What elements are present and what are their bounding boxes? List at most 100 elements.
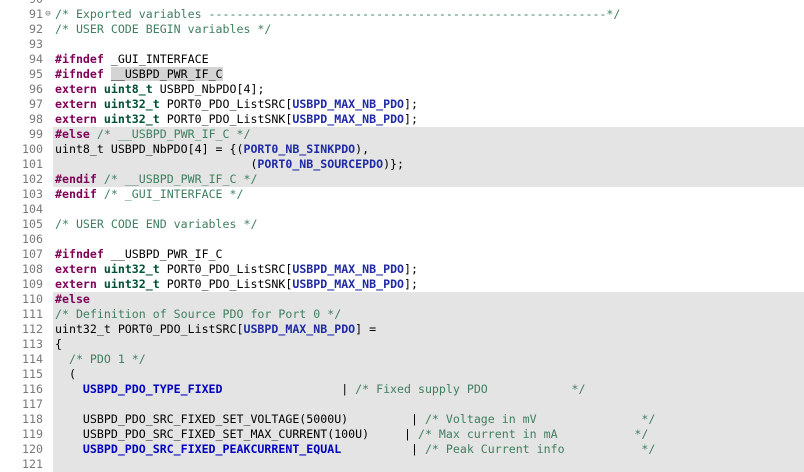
code-text[interactable]: extern uint32_t PORT0_PDO_ListSRC[USBPD_… [53,97,804,112]
code-text[interactable]: /* USER CODE BEGIN variables */ [53,22,804,37]
code-line[interactable]: 91 ⊖/* Exported variables ---------------… [0,7,804,22]
code-line[interactable]: 114 /* PDO 1 */ [0,352,804,367]
line-number: 115 [22,367,43,381]
code-line[interactable]: 117 [0,397,804,412]
code-line[interactable]: 93 [0,37,804,52]
line-number: 97 [29,97,43,111]
code-text[interactable]: #endif /* _GUI_INTERFACE */ [53,187,804,202]
code-text[interactable]: (PORT0_NB_SOURCEPDO)}; [53,157,804,172]
code-line[interactable]: 106 [0,232,804,247]
code-line[interactable]: 119 USBPD_PDO_SRC_FIXED_SET_MAX_CURRENT(… [0,427,804,442]
code-token: /* Definition of Source PDO for Port 0 *… [55,307,342,321]
code-line[interactable]: 108 extern uint32_t PORT0_PDO_ListSRC[USB… [0,262,804,277]
code-text[interactable]: USBPD_PDO_SRC_FIXED_SET_MAX_CURRENT(100U… [53,427,804,442]
code-token: uint32_t PORT0_PDO_ListSRC[ [55,322,244,336]
code-line[interactable]: 92 /* USER CODE BEGIN variables */ [0,22,804,37]
code-line[interactable]: 97 extern uint32_t PORT0_PDO_ListSRC[USBP… [0,97,804,112]
code-token: #else [55,292,90,306]
line-number: 108 [22,262,43,276]
line-number: 110 [22,292,43,306]
code-text[interactable]: { [53,337,804,352]
code-line[interactable]: 112 uint32_t PORT0_PDO_ListSRC[USBPD_MAX_… [0,322,804,337]
code-token: PORT0_PDO_ListSNK[ [159,277,293,291]
code-token: _GUI_INTERFACE [103,52,209,66]
code-text[interactable]: /* USER CODE END variables */ [53,217,804,232]
line-number: 91 [29,7,43,21]
code-line[interactable]: 99 #else /* __USBPD_PWR_IF_C */ [0,127,804,142]
code-text[interactable]: extern uint32_t PORT0_PDO_ListSRC[USBPD_… [53,262,804,277]
code-line[interactable]: 103 #endif /* _GUI_INTERFACE */ [0,187,804,202]
code-token: #endif [55,187,97,201]
code-text[interactable]: USBPD_PDO_SRC_FIXED_SET_VOLTAGE(5000U) |… [53,412,804,427]
code-text[interactable] [53,457,804,472]
line-number: 96 [29,82,43,96]
code-line[interactable]: 118 USBPD_PDO_SRC_FIXED_SET_VOLTAGE(5000… [0,412,804,427]
code-line[interactable]: 94 #ifndef _GUI_INTERFACE [0,52,804,67]
code-line[interactable]: 110 #else [0,292,804,307]
code-text[interactable]: extern uint8_t USBPD_NbPDO[4]; [53,82,804,97]
line-number: 106 [22,232,43,246]
code-line[interactable]: 120 USBPD_PDO_SRC_FIXED_PEAKCURRENT_EQUA… [0,442,804,457]
code-text[interactable]: /* Definition of Source PDO for Port 0 *… [53,307,804,322]
code-line[interactable]: 105 /* USER CODE END variables */ [0,217,804,232]
code-text[interactable]: uint32_t PORT0_PDO_ListSRC[USBPD_MAX_NB_… [53,322,804,337]
code-text[interactable]: /* Exported variables ------------------… [53,7,804,22]
code-line[interactable]: 107 #ifndef __USBPD_PWR_IF_C [0,247,804,262]
code-text[interactable]: #ifndef __USBPD_PWR_IF_C [53,247,804,262]
line-number: 105 [22,217,43,231]
code-token: USBPD_PDO_SRC_FIXED_SET_VOLTAGE(5000U) | [55,412,425,426]
code-lines[interactable]: 9091⊖/* Exported variables -------------… [0,0,804,472]
code-line[interactable]: 111 /* Definition of Source PDO for Port … [0,307,804,322]
code-text[interactable]: USBPD_PDO_TYPE_FIXED | /* Fixed supply P… [53,382,804,397]
code-text[interactable]: #else /* __USBPD_PWR_IF_C */ [53,127,804,142]
line-number: 113 [22,337,43,351]
code-text[interactable]: #ifndef __USBPD_PWR_IF_C [53,67,804,82]
code-token: uint32_t [103,112,160,126]
code-line[interactable]: 102 #endif /* __USBPD_PWR_IF_C */ [0,172,804,187]
code-line[interactable]: 90 [0,0,804,7]
code-token: extern [55,82,97,96]
code-text[interactable]: USBPD_PDO_SRC_FIXED_PEAKCURRENT_EQUAL | … [53,442,804,457]
fold-collapse-icon[interactable]: ⊖ [43,7,53,22]
line-number: 99 [29,127,43,141]
code-text[interactable] [53,397,804,412]
code-line[interactable]: 113 { [0,337,804,352]
code-text[interactable]: extern uint32_t PORT0_PDO_ListSNK[USBPD_… [53,277,804,292]
code-token: /* Voltage in mV */ [424,412,656,426]
code-token: extern [55,97,97,111]
code-token: uint8_t [103,82,153,96]
code-token: /* USER CODE END variables */ [55,217,258,231]
code-token: extern [55,112,97,126]
code-token: | [341,442,425,456]
code-editor[interactable]: 9091⊖/* Exported variables -------------… [0,0,804,472]
code-line[interactable]: 95 #ifndef __USBPD_PWR_IF_C [0,67,804,82]
code-text[interactable] [53,202,804,217]
code-line[interactable]: 98 extern uint32_t PORT0_PDO_ListSNK[USBP… [0,112,804,127]
code-line[interactable]: 96 extern uint8_t USBPD_NbPDO[4]; [0,82,804,97]
code-text[interactable]: /* PDO 1 */ [53,352,804,367]
code-text[interactable]: uint8_t USBPD_NbPDO[4] = {(PORT0_NB_SINK… [53,142,804,157]
code-text[interactable]: #endif /* __USBPD_PWR_IF_C */ [53,172,804,187]
code-token: /* __USBPD_PWR_IF_C */ [89,127,251,141]
line-number: 119 [22,427,43,441]
code-line[interactable]: 104 [0,202,804,217]
code-text[interactable]: #else [53,292,804,307]
code-line[interactable]: 101 (PORT0_NB_SOURCEPDO)}; [0,157,804,172]
code-line[interactable]: 100 uint8_t USBPD_NbPDO[4] = {(PORT0_NB_S… [0,142,804,157]
code-text[interactable]: #ifndef _GUI_INTERFACE [53,52,804,67]
code-token: PORT0_NB_SINKPDO [243,142,356,156]
code-token: /* Exported variables ------------------… [55,7,621,21]
code-line[interactable]: 121 [0,457,804,472]
code-line[interactable]: 115 ( [0,367,804,382]
code-text[interactable] [53,37,804,52]
code-line[interactable]: 109 extern uint32_t PORT0_PDO_ListSNK[USB… [0,277,804,292]
code-text[interactable]: extern uint32_t PORT0_PDO_ListSNK[USBPD_… [53,112,804,127]
code-text[interactable] [53,0,804,7]
code-text[interactable] [53,232,804,247]
code-token: #endif [55,172,97,186]
code-line[interactable]: 116 USBPD_PDO_TYPE_FIXED | /* Fixed supp… [0,382,804,397]
code-text[interactable]: ( [53,367,804,382]
